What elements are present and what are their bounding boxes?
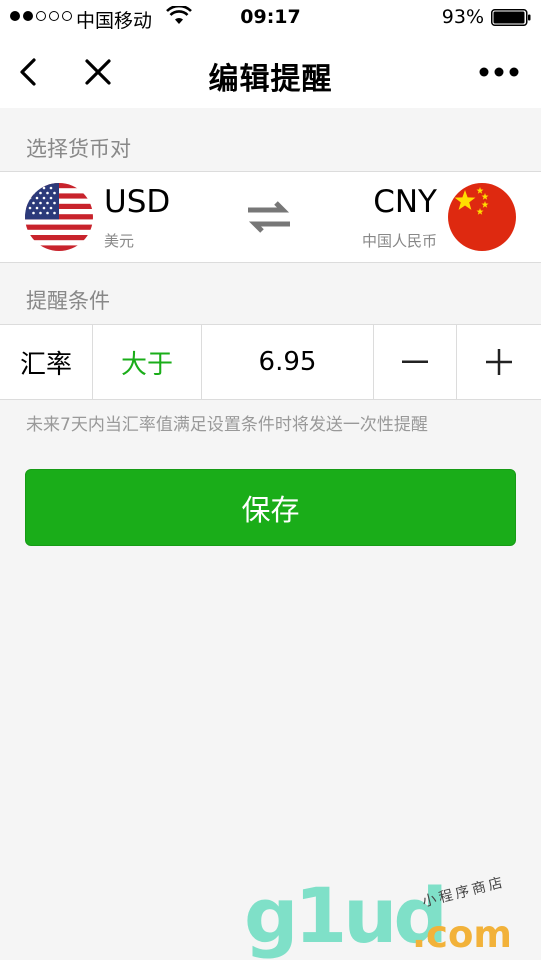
swap-currencies-button[interactable] — [243, 198, 295, 236]
more-dots-icon — [479, 67, 519, 77]
minus-icon — [402, 360, 428, 363]
decrement-button[interactable] — [374, 325, 457, 399]
from-currency-name: 美元 — [104, 232, 135, 250]
reminder-hint-text: 未来7天内当汇率值满足设置条件时将发送一次性提醒 — [26, 415, 428, 435]
watermark-domain: .com — [412, 913, 512, 956]
rate-label: 汇率 — [0, 325, 93, 399]
to-currency-code[interactable]: CNY — [373, 184, 437, 220]
status-bar: 中国移动 09:17 93% — [0, 0, 541, 36]
cny-flag-icon[interactable] — [448, 183, 516, 251]
currency-section-label: 选择货币对 — [26, 137, 131, 161]
condition-row: 汇率 大于 6.95 — [0, 324, 541, 400]
page-title: 编辑提醒 — [208, 62, 333, 97]
operator-select[interactable]: 大于 — [93, 325, 202, 399]
condition-section-label: 提醒条件 — [26, 289, 110, 313]
nav-bar: 编辑提醒 — [0, 36, 541, 108]
plus-icon — [486, 349, 512, 375]
swap-arrows-icon — [248, 201, 290, 233]
to-currency-name: 中国人民币 — [361, 232, 437, 250]
currency-pair-row: USD 美元 CNY 中国人民币 — [0, 171, 541, 263]
from-currency-code[interactable]: USD — [104, 184, 170, 220]
rate-value-input[interactable]: 6.95 — [202, 325, 374, 399]
battery-icon — [491, 9, 531, 26]
increment-button[interactable] — [457, 325, 541, 399]
battery-percent: 93% — [441, 6, 484, 28]
save-button[interactable]: 保存 — [25, 469, 516, 546]
more-options-button[interactable] — [471, 50, 527, 94]
usd-flag-icon[interactable] — [25, 183, 93, 251]
